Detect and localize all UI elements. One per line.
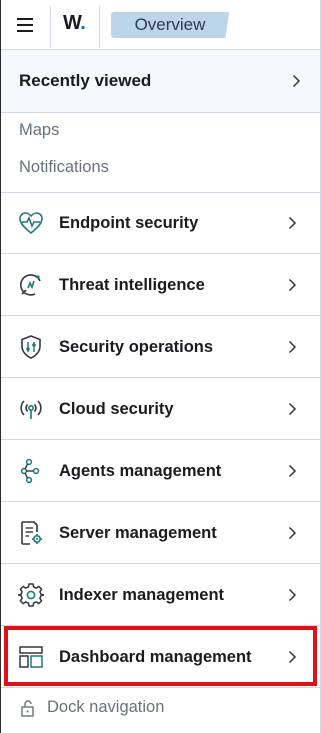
chevron-right-icon: [286, 278, 298, 292]
chevron-right-icon: [286, 464, 298, 478]
logo-text: W: [63, 12, 81, 34]
nav-item-label: Cloud security: [59, 399, 174, 418]
gear-icon: [18, 582, 44, 608]
app-logo[interactable]: W.: [63, 12, 86, 35]
chevron-right-icon: [286, 526, 298, 540]
nav-item-security-operations[interactable]: Security operations: [1, 317, 320, 378]
nav-item-label: Server management: [59, 523, 217, 542]
nav-item-label: Security operations: [59, 337, 214, 356]
logo-dot: .: [80, 12, 86, 34]
chevron-right-icon: [286, 340, 298, 354]
nav-item-endpoint-security[interactable]: Endpoint security: [1, 193, 320, 254]
nav-item-threat-intelligence[interactable]: Threat intelligence: [1, 255, 320, 316]
nav-item-cloud-security[interactable]: Cloud security: [1, 379, 320, 440]
navigation-panel: W. Overview Recently viewed Maps Notific…: [0, 0, 321, 733]
header-divider: [50, 6, 51, 48]
nav-item-label: Indexer management: [59, 585, 225, 604]
divider: [1, 112, 320, 113]
broadcast-icon: [18, 396, 44, 422]
chevron-right-icon: [286, 588, 298, 602]
hamburger-icon: [17, 18, 33, 32]
recently-viewed-toggle[interactable]: Recently viewed: [1, 50, 320, 112]
nav-item-agents-management[interactable]: Agents management: [1, 441, 320, 502]
chevron-right-icon: [290, 74, 302, 88]
header-divider: [99, 6, 100, 48]
shield-sliders-icon: [18, 334, 44, 360]
recent-link-notifications[interactable]: Notifications: [19, 158, 109, 177]
nav-item-indexer-management[interactable]: Indexer management: [1, 565, 320, 626]
nav-item-dashboard-management[interactable]: Dashboard management: [1, 627, 320, 688]
dashboard-layout-icon: [18, 644, 44, 670]
chevron-right-icon: [286, 402, 298, 416]
recently-viewed-title: Recently viewed: [19, 71, 152, 90]
nav-item-label: Dashboard management: [59, 647, 252, 666]
nav-item-label: Threat intelligence: [59, 275, 205, 294]
heartbeat-shield-icon: [18, 210, 44, 236]
unlock-icon: [19, 699, 37, 717]
top-header: W. Overview: [1, 0, 320, 50]
breadcrumb-overview[interactable]: Overview: [111, 12, 229, 38]
dock-navigation-label: Dock navigation: [47, 698, 165, 716]
threat-radar-icon: [18, 272, 44, 298]
nav-item-server-management[interactable]: Server management: [1, 503, 320, 564]
nav-item-label: Endpoint security: [59, 213, 199, 232]
nav-item-label: Agents management: [59, 461, 222, 480]
document-gear-icon: [18, 520, 44, 546]
chevron-right-icon: [286, 216, 298, 230]
dock-navigation-button[interactable]: Dock navigation: [19, 698, 164, 717]
recent-link-maps[interactable]: Maps: [19, 121, 59, 140]
breadcrumb-label: Overview: [134, 15, 206, 34]
menu-button[interactable]: [7, 6, 45, 44]
agents-nodes-icon: [18, 458, 44, 484]
chevron-right-icon: [286, 650, 298, 664]
